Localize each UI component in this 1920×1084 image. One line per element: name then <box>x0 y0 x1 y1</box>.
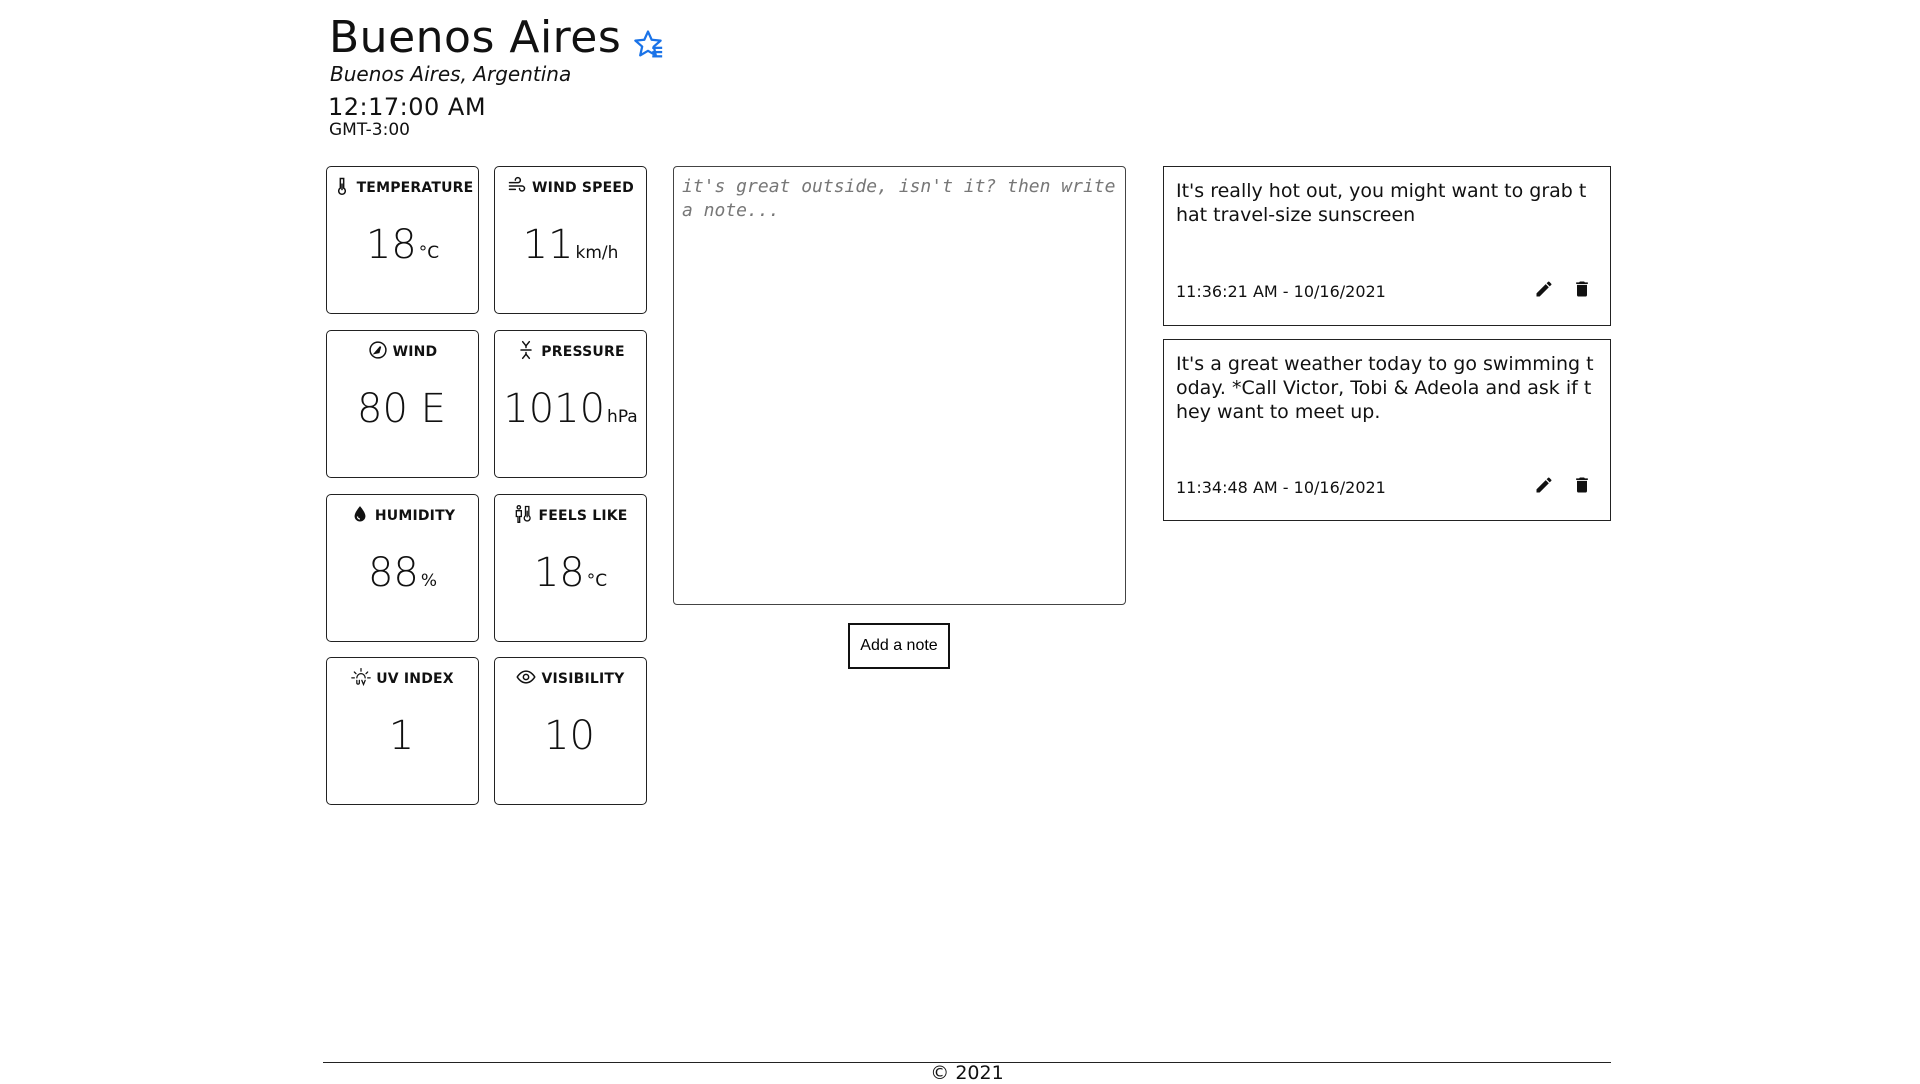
edit-pencil-icon[interactable] <box>1534 279 1554 299</box>
star-icon[interactable] <box>631 20 667 58</box>
eye-icon <box>516 666 537 692</box>
stat-value: 10 <box>544 713 595 759</box>
stat-label: WIND SPEED <box>532 180 634 196</box>
pressure-icon <box>516 339 536 365</box>
stat-value: 18 <box>365 222 417 268</box>
delete-trash-icon[interactable] <box>1572 475 1592 495</box>
stat-card-wind-speed: WIND SPEED 11 km/h <box>494 166 647 314</box>
stat-value: 18 <box>533 550 585 596</box>
stat-label: VISIBILITY <box>541 671 625 687</box>
edit-pencil-icon[interactable] <box>1534 475 1554 495</box>
stat-card-feels-like: FEELS LIKE 18 °C <box>494 494 647 642</box>
feels-like-icon <box>513 503 533 529</box>
stat-value: 80 E <box>357 386 446 432</box>
stat-value: 88 <box>367 550 419 596</box>
note-card: It's really hot out, you might want to g… <box>1163 166 1611 326</box>
stat-card-wind: WIND 80 E <box>326 330 479 478</box>
footer-copyright: © 2021 <box>930 1062 1004 1084</box>
stat-value: 1010 <box>503 386 606 432</box>
local-time: 12:17:00 AM <box>328 93 487 121</box>
note-card: It's a great weather today to go swimmin… <box>1163 339 1611 521</box>
note-timestamp: 11:36:21 AM - 10/16/2021 <box>1176 282 1386 301</box>
stat-card-uv-index: UV INDEX 1 <box>326 657 479 805</box>
stat-value: 1 <box>388 713 415 759</box>
note-text: It's really hot out, you might want to g… <box>1176 180 1587 226</box>
delete-trash-icon[interactable] <box>1572 279 1592 299</box>
stat-label: TEMPERATURE <box>356 180 474 196</box>
wind-icon <box>507 175 527 201</box>
thermometer-icon <box>332 175 352 201</box>
note-timestamp: 11:34:48 AM - 10/16/2021 <box>1176 478 1386 497</box>
stat-label: PRESSURE <box>541 344 625 360</box>
stat-unit: km/h <box>575 243 619 263</box>
stat-label: HUMIDITY <box>374 508 456 524</box>
location-subtitle: Buenos Aires, Argentina <box>330 62 572 86</box>
stat-card-temperature: TEMPERATURE 18 °C <box>326 166 479 314</box>
stat-label: WIND <box>392 344 438 360</box>
page-title: Buenos Aires <box>329 12 622 63</box>
stat-label: UV INDEX <box>376 671 454 687</box>
stat-card-pressure: PRESSURE 1010 hPa <box>494 330 647 478</box>
stat-unit: hPa <box>607 407 638 427</box>
note-text: It's a great weather today to go swimmin… <box>1176 353 1594 423</box>
stat-card-humidity: HUMIDITY 88% <box>326 494 479 642</box>
uv-sun-icon <box>351 666 371 692</box>
compass-icon <box>368 339 388 365</box>
note-textarea[interactable] <box>673 166 1126 605</box>
stat-value: 11 <box>522 222 574 268</box>
droplet-icon <box>350 503 370 529</box>
stat-label: FEELS LIKE <box>538 508 628 524</box>
stat-card-visibility: VISIBILITY 10 <box>494 657 647 805</box>
stat-unit: % <box>420 571 438 591</box>
city-header: Buenos Aires <box>329 10 667 66</box>
add-note-button[interactable]: Add a note <box>848 623 950 669</box>
timezone: GMT-3:00 <box>329 120 410 140</box>
stat-unit: °C <box>418 243 440 263</box>
stat-unit: °C <box>586 571 608 591</box>
weather-app: Buenos Aires Buenos Aires, Argentina 12:… <box>0 0 1920 1084</box>
